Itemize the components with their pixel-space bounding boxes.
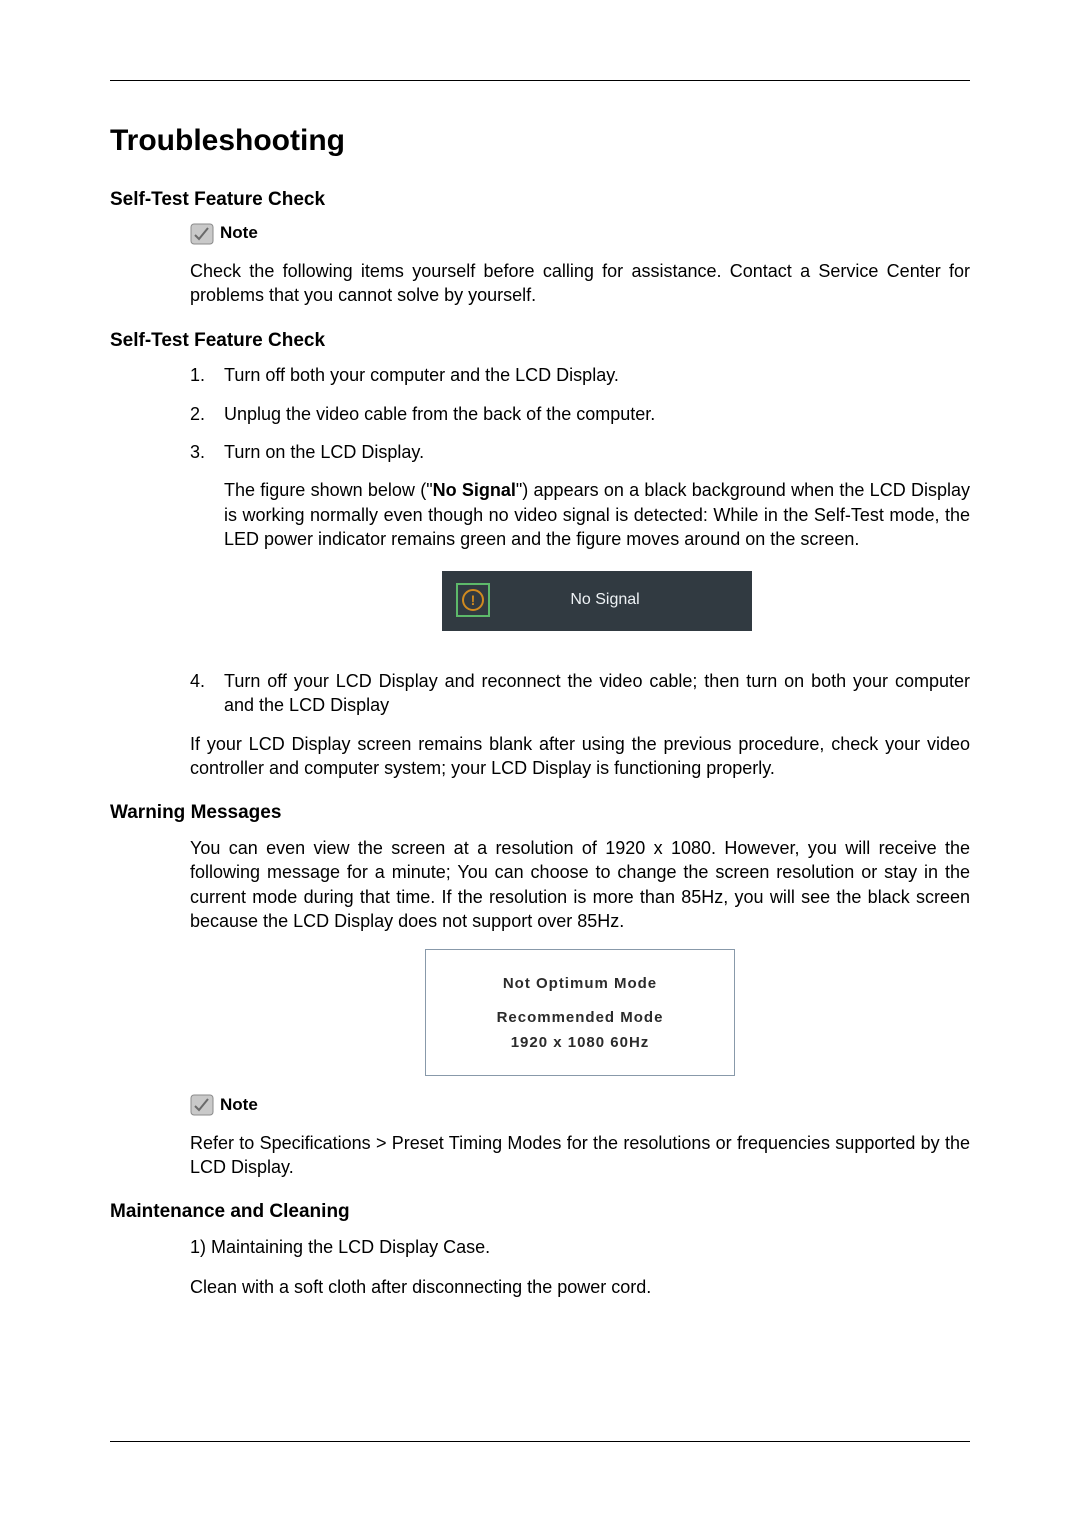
step-item: 2. Unplug the video cable from the back … — [190, 402, 970, 426]
step-number: 3. — [190, 440, 224, 655]
figure-no-signal: ! No Signal — [442, 571, 752, 631]
note-callout: Note — [190, 222, 970, 245]
step-number: 2. — [190, 402, 224, 426]
figure-line: 1920 x 1080 60Hz — [430, 1033, 730, 1053]
note-icon — [190, 223, 214, 245]
section-heading-maintenance: Maintenance and Cleaning — [110, 1199, 970, 1225]
warning-icon: ! — [462, 589, 484, 611]
document-page: Troubleshooting Self-Test Feature Check … — [0, 0, 1080, 1527]
note-text: Check the following items yourself befor… — [190, 259, 970, 308]
step-number: 4. — [190, 669, 224, 718]
paragraph: 1) Maintaining the LCD Display Case. — [190, 1235, 970, 1259]
note-icon — [190, 1094, 214, 1116]
section-body: 1. Turn off both your computer and the L… — [190, 363, 970, 780]
section-body: Note Check the following items yourself … — [190, 222, 970, 308]
steps-list: 1. Turn off both your computer and the L… — [190, 363, 970, 717]
paragraph: You can even view the screen at a resolu… — [190, 836, 970, 933]
bottom-rule — [110, 1441, 970, 1442]
warning-icon-frame: ! — [456, 583, 490, 617]
step-text-line: Turn on the LCD Display. — [224, 442, 424, 462]
step-extra: The figure shown below ("No Signal") app… — [224, 478, 970, 551]
section-heading-self-test-2: Self-Test Feature Check — [110, 328, 970, 354]
step-item: 1. Turn off both your computer and the L… — [190, 363, 970, 387]
figure-not-optimum: Not Optimum Mode Recommended Mode 1920 x… — [425, 949, 735, 1076]
section-body: You can even view the screen at a resolu… — [190, 836, 970, 1179]
section-heading-warning: Warning Messages — [110, 800, 970, 826]
note-label: Note — [220, 1094, 258, 1117]
figure-line: Not Optimum Mode — [430, 974, 730, 994]
step-item: 4. Turn off your LCD Display and reconne… — [190, 669, 970, 718]
step-item: 3. Turn on the LCD Display. The figure s… — [190, 440, 970, 655]
step-text: Turn off both your computer and the LCD … — [224, 363, 970, 387]
section-body: 1) Maintaining the LCD Display Case. Cle… — [190, 1235, 970, 1300]
step-text: Unplug the video cable from the back of … — [224, 402, 970, 426]
note-text: Refer to Specifications > Preset Timing … — [190, 1131, 970, 1180]
figure-text: No Signal — [502, 589, 738, 611]
step-text: Turn on the LCD Display. The figure show… — [224, 440, 970, 655]
note-label: Note — [220, 222, 258, 245]
text-fragment: The figure shown below (" — [224, 480, 433, 500]
top-rule — [110, 80, 970, 81]
page-title: Troubleshooting — [110, 121, 970, 162]
step-number: 1. — [190, 363, 224, 387]
section-heading-self-test-1: Self-Test Feature Check — [110, 187, 970, 213]
step-text: Turn off your LCD Display and reconnect … — [224, 669, 970, 718]
paragraph: Clean with a soft cloth after disconnect… — [190, 1275, 970, 1299]
note-callout: Note — [190, 1094, 970, 1117]
bold-fragment: No Signal — [433, 480, 516, 500]
paragraph: If your LCD Display screen remains blank… — [190, 732, 970, 781]
figure-line: Recommended Mode — [430, 1008, 730, 1028]
